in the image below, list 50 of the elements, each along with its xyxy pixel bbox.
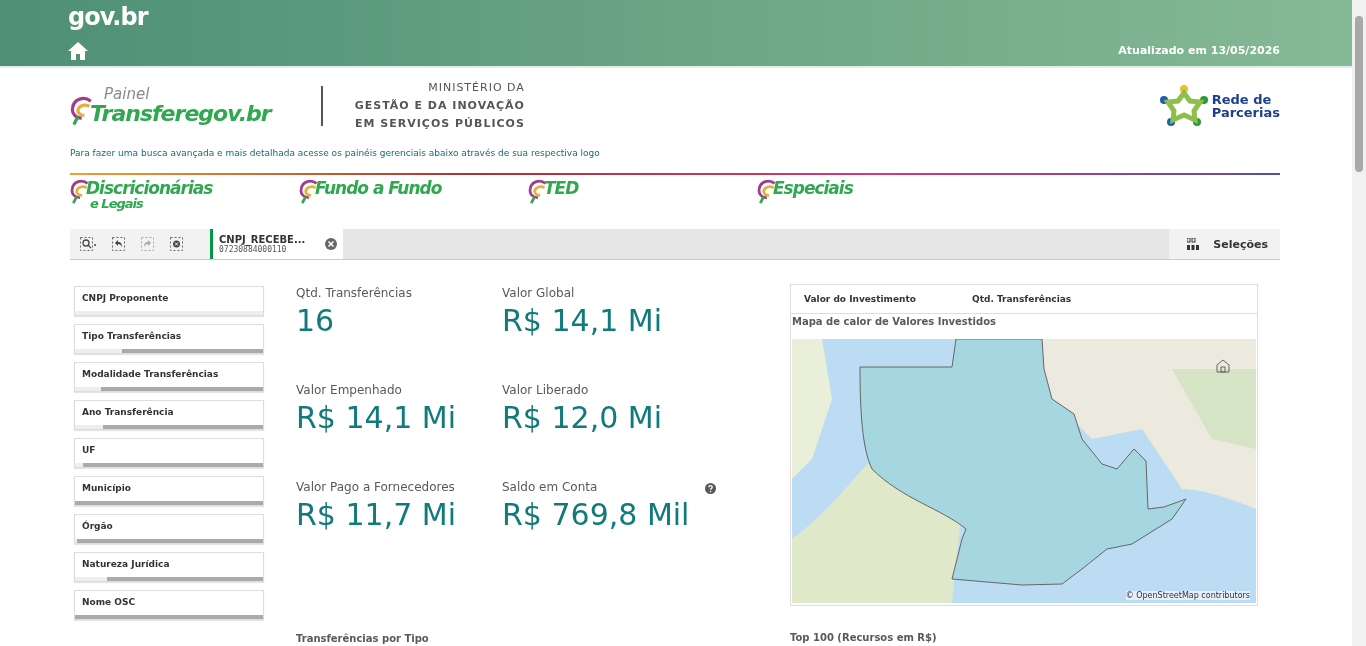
selections-button[interactable]: Seleções — [1169, 229, 1280, 259]
filter-listbox[interactable]: Tipo Transferências — [74, 324, 264, 354]
selection-chip[interactable]: CNPJ_RECEBE... 07230884000110 — [210, 229, 343, 259]
map-tab[interactable]: Qtd. Transferências — [972, 294, 1072, 304]
ministry-name: GESTÃO E DA INOVAÇÃO — [354, 98, 525, 114]
selection-value: 07230884000110 — [219, 245, 287, 254]
filter-listbox[interactable]: CNPJ Proponente — [74, 286, 264, 316]
filter-listbox[interactable]: Órgão — [74, 514, 264, 544]
ministry-name: EM SERVIÇOS PÚBLICOS — [355, 116, 525, 132]
kpi-value: R$ 14,1 Mi — [502, 302, 664, 340]
brand-logo[interactable]: gov.br — [68, 4, 148, 30]
kpi-label: Valor Global — [502, 286, 576, 300]
filter-listbox[interactable]: Modalidade Transferências — [74, 362, 264, 392]
kpi-value: R$ 14,1 Mi — [296, 399, 458, 437]
map-tab[interactable]: Valor do Investimento — [804, 294, 916, 304]
filter-listbox[interactable]: UF — [74, 438, 264, 468]
kpi-label: Valor Pago a Fornecedores — [296, 480, 456, 494]
kpi-label: Qtd. Transferências — [296, 286, 413, 300]
map-attribution: © OpenStreetMap contributors — [1125, 591, 1250, 600]
kpi-value: 16 — [296, 302, 336, 340]
ministry-name: MINISTÉRIO DA — [428, 80, 525, 96]
section-title: Transferências por Tipo — [296, 633, 429, 644]
filter-listbox[interactable]: Natureza Jurídica — [74, 552, 264, 582]
kpi-value: R$ 769,8 Mil — [502, 496, 691, 534]
filter-listbox[interactable]: Município — [74, 476, 264, 506]
kpi-label: Valor Empenhado — [296, 383, 403, 397]
clear-selections-button[interactable] — [170, 237, 183, 251]
map-title: Mapa de calor de Valores Investidos — [791, 315, 997, 329]
partner-logo-text: Rede de — [1211, 93, 1273, 106]
kpi-label: Valor Liberado — [502, 383, 590, 397]
help-icon[interactable] — [705, 483, 716, 494]
hint-text: Para fazer uma busca avançada e mais detalhada acesse os painéis gerenciais abaixo através de sua respectiva logo — [70, 148, 601, 158]
grid-icon — [1187, 238, 1200, 250]
close-icon[interactable] — [325, 238, 337, 250]
logo-prefix: Painel — [104, 86, 151, 102]
filter-listbox[interactable]: Nome OSC — [74, 590, 264, 620]
kpi-value: R$ 12,0 Mi — [502, 399, 664, 437]
partner-logo-text: Parcerias — [1211, 106, 1280, 119]
back-button[interactable] — [112, 237, 125, 251]
updated-date: Atualizado em 13/05/2026 — [1118, 44, 1280, 57]
section-title: Top 100 (Recursos em R$) — [790, 632, 937, 643]
home-button[interactable] — [1216, 359, 1230, 373]
filter-listbox[interactable]: Ano Transferência — [74, 400, 264, 430]
search-button[interactable] — [80, 237, 96, 251]
logo-name: Transferegov.br — [90, 101, 271, 126]
home-icon[interactable] — [68, 42, 88, 60]
selection-field: CNPJ_RECEBE... — [219, 234, 325, 245]
kpi-label: Saldo em Conta — [502, 480, 599, 494]
kpi-value: R$ 11,7 Mi — [296, 496, 458, 534]
star-people-icon — [1159, 85, 1208, 127]
